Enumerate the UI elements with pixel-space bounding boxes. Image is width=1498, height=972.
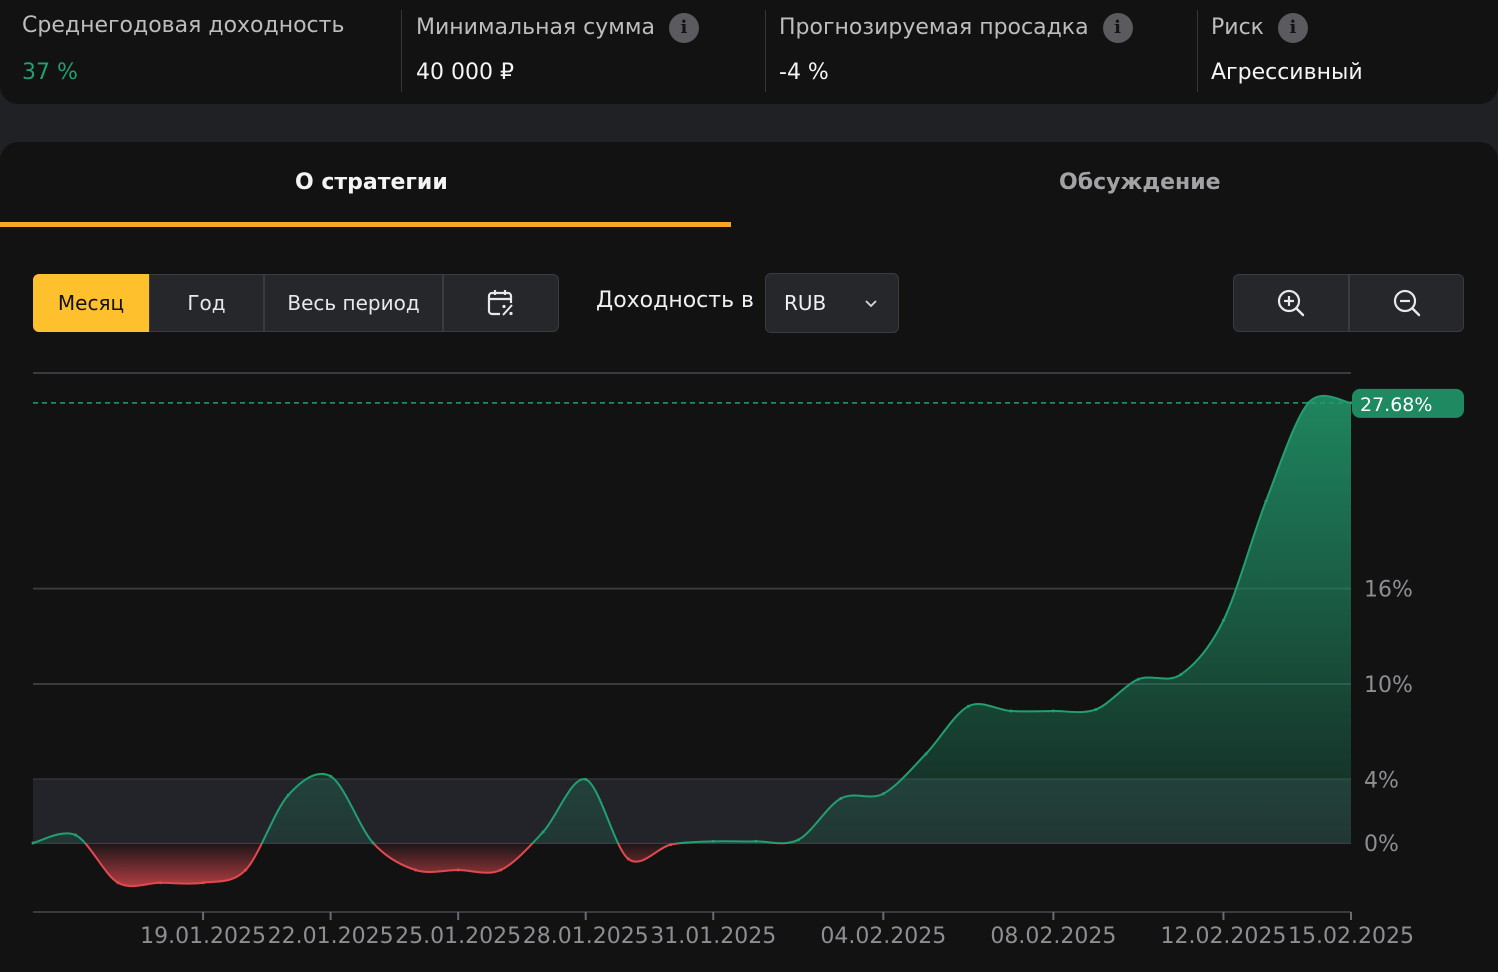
currency-select[interactable]: RUB <box>765 273 899 333</box>
divider <box>1197 10 1198 92</box>
stat-label: Прогнозируемая просадка <box>779 15 1089 40</box>
stat-value: -4 % <box>779 60 829 85</box>
period-year-label: Год <box>187 291 226 315</box>
custom-period-button[interactable] <box>443 274 559 332</box>
stat-label: Минимальная сумма <box>416 15 655 40</box>
period-month-label: Месяц <box>57 291 125 315</box>
currency-value: RUB <box>784 291 827 315</box>
period-all-button[interactable]: Весь период <box>264 274 443 332</box>
info-icon[interactable]: i <box>1102 13 1133 43</box>
zoom-in-icon <box>1277 289 1305 316</box>
stat-label: Среднегодовая доходность <box>22 13 345 38</box>
stats-bar: Среднегодовая доходность 37 % Минимальна… <box>0 0 1498 104</box>
stat-value: 40 000 ₽ <box>416 60 514 85</box>
calendar-percent-icon <box>487 289 514 316</box>
divider <box>765 10 766 92</box>
chevron-down-icon <box>865 300 877 308</box>
stat-label-row: Риск i <box>1211 13 1308 43</box>
period-year-button[interactable]: Год <box>149 274 264 332</box>
zoom-out-icon <box>1393 289 1420 316</box>
active-tab-underline <box>0 222 731 227</box>
stat-value: 37 % <box>22 60 78 85</box>
currency-label: Доходность в <box>596 288 755 313</box>
stat-label-row: Минимальная сумма i <box>416 13 699 43</box>
strategy-card: О стратегии Обсуждение Месяц Год Весь пе… <box>0 142 1498 972</box>
stat-label: Риск <box>1211 15 1264 40</box>
zoom-in-button[interactable] <box>1233 274 1349 332</box>
stat-value: Агрессивный <box>1211 60 1363 85</box>
tab-about-strategy[interactable]: О стратегии <box>295 170 448 195</box>
period-month-button[interactable]: Месяц <box>33 274 149 332</box>
period-all-label: Весь период <box>287 291 420 315</box>
tab-discussion[interactable]: Обсуждение <box>1059 170 1221 195</box>
info-icon[interactable]: i <box>668 13 699 43</box>
stat-label-row: Прогнозируемая просадка i <box>779 13 1133 43</box>
info-icon[interactable]: i <box>1277 13 1308 43</box>
divider <box>401 10 402 92</box>
zoom-out-button[interactable] <box>1349 274 1464 332</box>
